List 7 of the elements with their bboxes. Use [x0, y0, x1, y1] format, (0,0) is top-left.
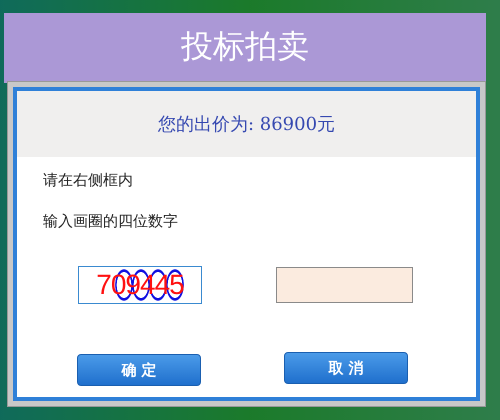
cancel-button[interactable]: 取 消 — [284, 352, 408, 384]
instruction-text: 输入画圈的四位数字 — [43, 210, 179, 232]
instruction-text: 请在右侧框内 — [43, 170, 134, 191]
price-text: 您的出价为: 86900元 — [158, 112, 336, 136]
page-title: 投标拍卖 — [181, 27, 309, 66]
answer-field[interactable] — [276, 267, 413, 303]
confirm-button[interactable]: 确 定 — [77, 354, 201, 386]
